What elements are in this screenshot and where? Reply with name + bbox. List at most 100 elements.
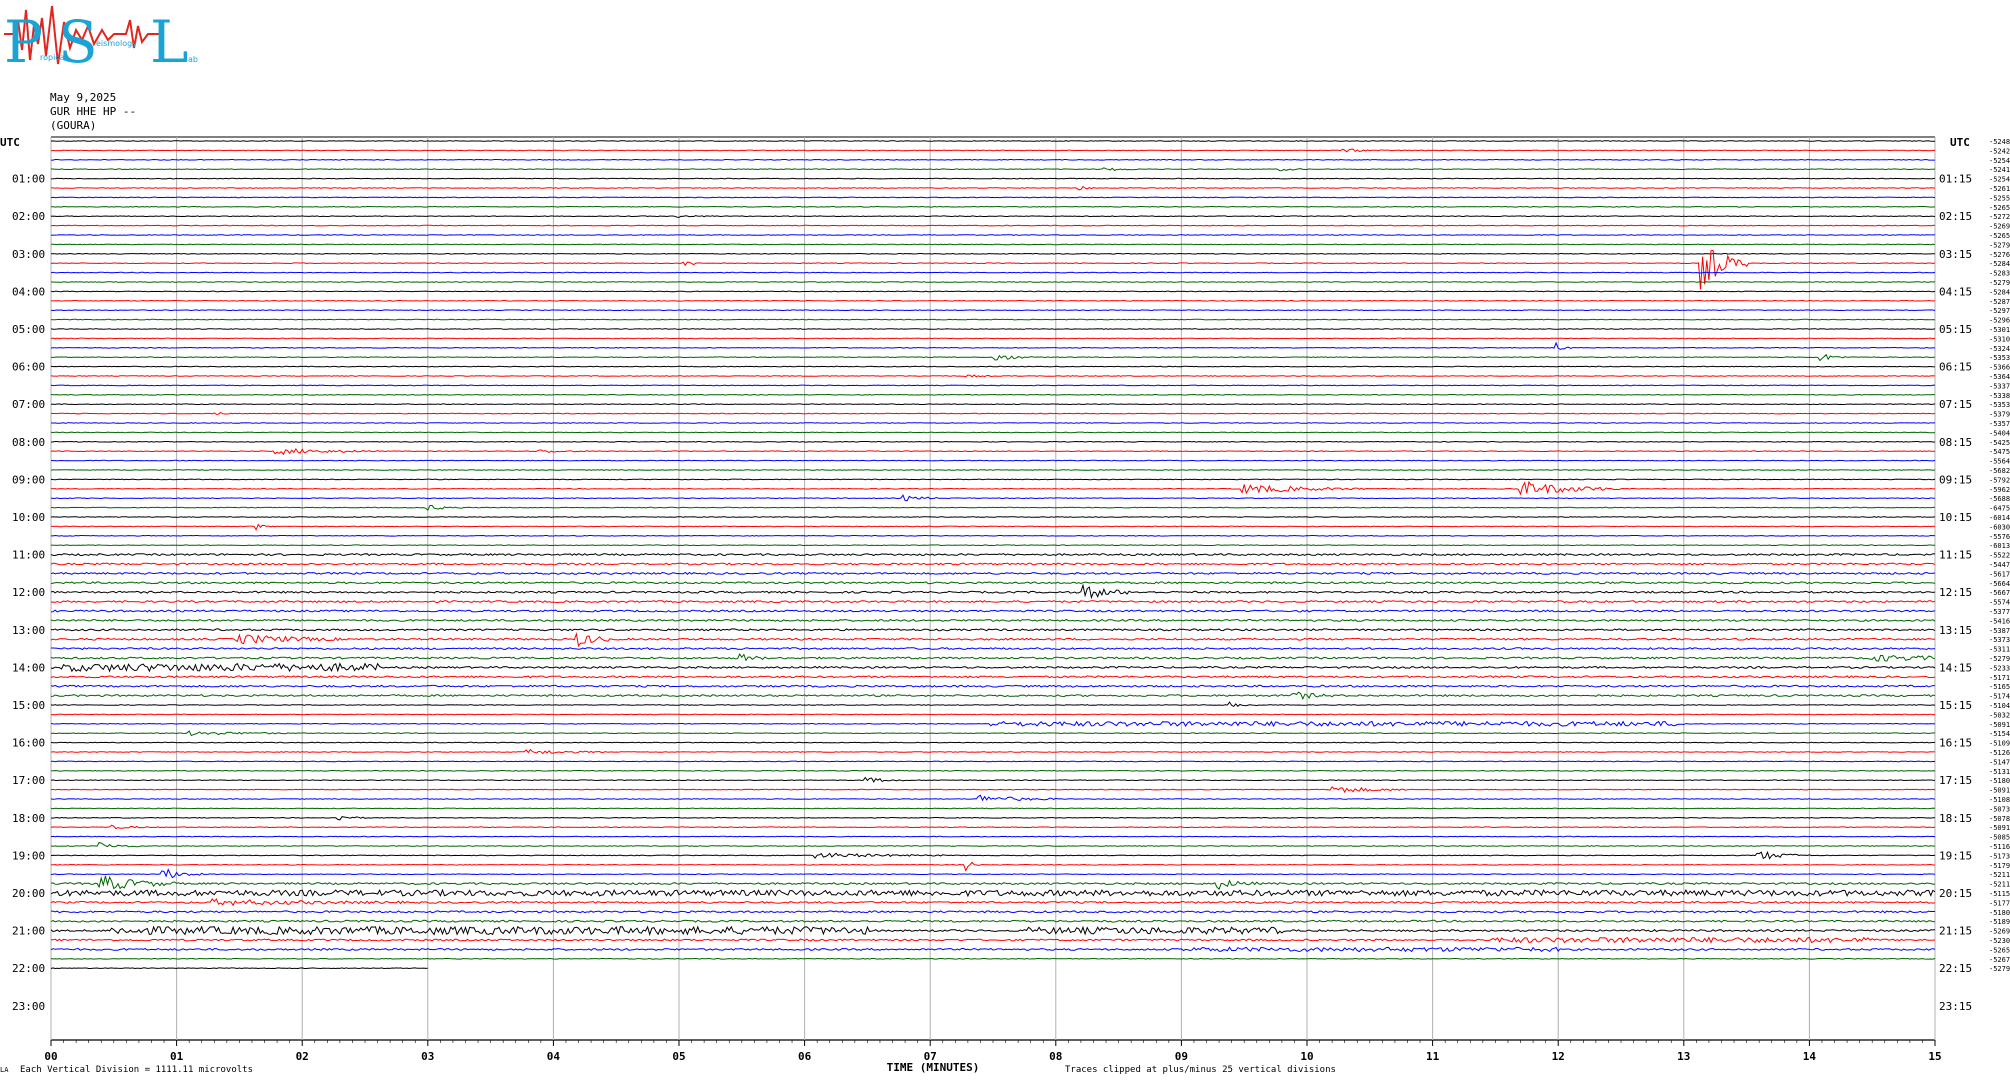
trace-offset-label: -5296 [1989,317,2010,325]
seismic-trace [51,185,1936,191]
trace-offset-label: -5078 [1989,815,2010,823]
x-tick-label: 00 [44,1050,57,1063]
x-tick-label: 14 [1803,1050,1817,1063]
trace-offset-label: -5338 [1989,392,2010,400]
seismic-trace [50,494,1936,502]
trace-offset-label: -5447 [1989,561,2010,569]
seismic-trace [51,205,1936,208]
trace-offset-label: -5180 [1989,777,2010,785]
trace-offset-label: -5377 [1989,608,2010,616]
trace-offset-label: -5085 [1989,834,2010,842]
trace-offset-label: -5265 [1989,204,2010,212]
seismic-trace [50,459,1936,462]
seismic-trace [50,583,1936,600]
seismic-trace [50,469,1936,471]
trace-offset-label: -5379 [1989,411,2010,419]
left-hour-label: 22:00 [12,962,45,975]
trace-offset-label: -5272 [1989,213,2010,221]
right-hour-label: 23:15 [1939,1000,1972,1013]
left-hour-label: 16:00 [12,737,45,750]
right-hour-label: 22:15 [1939,962,1972,975]
seismic-trace [50,730,1936,737]
trace-offset-label: -5962 [1989,486,2010,494]
left-hour-label: 05:00 [12,323,45,336]
trace-offset-label: -5265 [1989,946,2010,954]
seismic-trace [50,898,1936,907]
trace-offset-label: -5265 [1989,232,2010,240]
x-tick-label: 10 [1300,1050,1313,1063]
seismic-trace [50,249,1936,290]
trace-offset-label: -5337 [1989,382,2010,390]
seismic-trace [50,713,1936,716]
trace-offset-label: -5241 [1989,166,2010,174]
trace-offset-label: -5311 [1989,646,2010,654]
trace-offset-label: -5104 [1989,702,2010,710]
left-hour-label: 14:00 [12,661,45,674]
trace-offset-label: -5283 [1989,270,2010,278]
right-hour-label: 13:15 [1939,624,1972,637]
seismic-trace [50,824,1936,830]
seismic-trace [50,748,1936,755]
x-tick-label: 06 [798,1050,812,1063]
trace-offset-label: -5287 [1989,298,2010,306]
left-hour-label: 20:00 [12,887,45,900]
trace-offset-label: -5364 [1989,373,2010,381]
seismic-trace [50,299,1936,302]
right-hour-label: 19:15 [1939,849,1972,862]
seismic-trace [51,243,1936,246]
right-hour-label: 04:15 [1939,285,1972,298]
seismic-trace [50,794,1936,802]
seismic-trace [50,807,1936,810]
right-hour-label: 09:15 [1939,473,1972,486]
trace-offset-label: -5109 [1989,740,2010,748]
trace-offset-label: -5416 [1989,617,2010,625]
seismic-trace [50,776,1936,783]
seismic-trace [50,318,1936,321]
right-hour-label: 05:15 [1939,323,1972,336]
trace-offset-label: -5091 [1989,824,2010,832]
trace-offset-label: -5126 [1989,749,2010,757]
trace-offset-label: -5131 [1989,768,2010,776]
left-hour-label: 02:00 [12,210,45,223]
x-tick-label: 09 [1175,1050,1188,1063]
x-tick-label: 08 [1049,1050,1062,1063]
seismic-trace [50,411,1936,415]
left-hour-label: 12:00 [12,586,45,599]
seismic-trace [50,140,1936,142]
trace-offset-label: -5664 [1989,580,2010,588]
right-hour-label: 16:15 [1939,737,1972,750]
trace-offset-label: -5301 [1989,326,2010,334]
trace-offset-label: -5032 [1989,711,2010,719]
seismic-trace [50,684,1935,688]
trace-offset-label: -5688 [1989,495,2010,503]
seismic-trace [50,544,1935,547]
trace-offset-label: -5267 [1989,956,2010,964]
trace-offset-label: -5297 [1989,307,2010,315]
trace-offset-label: -5373 [1989,636,2010,644]
x-tick-label: 03 [421,1050,434,1063]
trace-offset-label: -5073 [1989,805,2010,813]
left-hour-label: 07:00 [12,398,45,411]
seismic-trace [50,309,1936,312]
seismic-trace [50,701,1936,708]
seismic-trace [50,652,1936,662]
seismic-trace [50,600,1936,604]
seismic-trace [51,403,1936,406]
trace-offset-label: -5233 [1989,664,2010,672]
trace-offset-label: -5617 [1989,570,2010,578]
seismic-trace [50,571,1936,575]
right-hour-label: 07:15 [1939,398,1972,411]
seismic-trace [50,769,1936,772]
seismic-trace [50,196,1936,199]
seismic-trace [51,647,1936,651]
seismic-trace [50,177,1936,180]
left-hour-label: 21:00 [12,925,45,938]
seismic-trace [50,271,1936,274]
seismic-trace [50,393,1935,396]
trace-offset-label: -5667 [1989,589,2010,597]
trace-offset-label: -6475 [1989,505,2010,513]
x-tick-label: 01 [170,1050,184,1063]
seismic-trace [50,957,1936,960]
trace-offset-label: -5165 [1989,683,2010,691]
seismic-trace [50,431,1935,434]
